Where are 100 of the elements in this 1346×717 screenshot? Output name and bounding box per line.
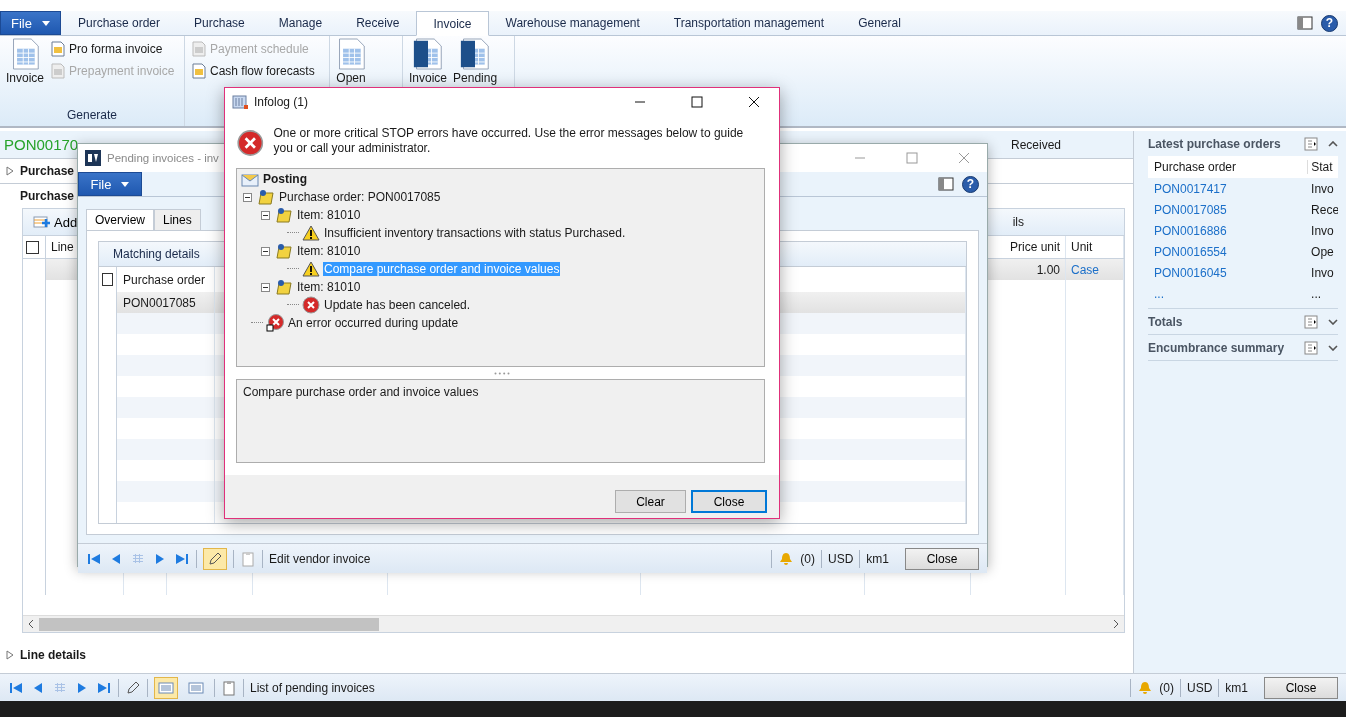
- ribbon-button[interactable]: Pending: [451, 38, 500, 85]
- tree-item[interactable]: Posting: [262, 172, 308, 186]
- status-text: Edit vendor invoice: [269, 551, 371, 566]
- tree-item[interactable]: Update has been canceled.: [323, 298, 472, 312]
- factbox-header[interactable]: Totals: [1148, 309, 1338, 334]
- collapse-box-icon[interactable]: [243, 192, 252, 202]
- dialog-button[interactable]: Close: [691, 490, 767, 513]
- ribbon-button[interactable]: Invoice: [4, 38, 47, 85]
- ribbon-tab[interactable]: General: [841, 11, 918, 35]
- purchase-order-link[interactable]: ...: [1148, 286, 1309, 301]
- note-icon: [275, 207, 293, 223]
- column-header[interactable]: Stat: [1308, 160, 1338, 174]
- factbox-header[interactable]: Latest purchase orders: [1148, 131, 1338, 156]
- factbox-header[interactable]: Encumbrance summary: [1148, 335, 1338, 360]
- close-button[interactable]: Close: [1264, 676, 1338, 699]
- group-tab[interactable]: Matching details: [113, 247, 200, 261]
- select-all-checkbox[interactable]: [102, 273, 113, 286]
- help-button[interactable]: ?: [962, 175, 979, 193]
- close-button[interactable]: Close: [905, 547, 979, 570]
- tab[interactable]: Overview: [86, 209, 154, 230]
- file-menu-button[interactable]: File: [0, 11, 61, 35]
- layout-icon[interactable]: [938, 176, 954, 192]
- factbox-icon: [1304, 136, 1318, 151]
- tree-item[interactable]: An error occurred during update: [287, 316, 460, 330]
- factbox-icon: [1304, 340, 1318, 355]
- warning-icon: [302, 225, 320, 241]
- error-icon: [302, 296, 320, 314]
- select-all-checkbox[interactable]: [26, 240, 39, 254]
- purchase-order-link[interactable]: PON0017085: [1148, 202, 1309, 217]
- ribbon-button[interactable]: Pro forma invoice: [48, 38, 177, 60]
- clipboard-icon[interactable]: [240, 550, 256, 567]
- section-header[interactable]: Purchase: [0, 160, 75, 182]
- view-toggle-button[interactable]: [154, 676, 178, 699]
- ribbon-button[interactable]: Cash flow forecasts: [189, 60, 317, 82]
- document-icon: [191, 41, 207, 57]
- ribbon-tab[interactable]: Invoice: [416, 11, 489, 36]
- layout-icon[interactable]: [1297, 15, 1313, 31]
- edit-button[interactable]: [203, 547, 227, 570]
- document-icon: [50, 41, 67, 57]
- chevron-icon: [1328, 318, 1338, 325]
- document-icon: [191, 63, 207, 79]
- help-button[interactable]: ?: [1321, 14, 1338, 32]
- ribbon-group-label: Generate: [65, 107, 118, 124]
- collapse-box-icon[interactable]: [261, 246, 270, 256]
- section-header[interactable]: Line details: [0, 644, 87, 666]
- document-icon: [460, 38, 491, 70]
- window-title: Pending invoices - inv: [107, 152, 219, 164]
- purchase-order-link[interactable]: PON0016045: [1148, 265, 1309, 280]
- clipboard-icon[interactable]: [221, 679, 237, 696]
- collapse-box-icon[interactable]: [261, 210, 270, 220]
- form-view-icon: [158, 679, 174, 696]
- ribbon-tab[interactable]: Transportation management: [656, 11, 842, 35]
- dialog-button[interactable]: Clear: [615, 490, 686, 513]
- document-icon: [10, 38, 40, 70]
- message-detail: Compare purchase order and invoice values: [236, 379, 765, 463]
- ribbon-tab[interactable]: Purchase order: [61, 11, 178, 35]
- alert-count[interactable]: (0): [1159, 680, 1174, 695]
- document-icon: [336, 38, 366, 70]
- table-cell-text: Ope: [1310, 244, 1335, 259]
- scroll-right-icon[interactable]: [1113, 620, 1119, 628]
- collapse-box-icon[interactable]: [261, 282, 270, 292]
- tree-item[interactable]: Insufficient inventory transactions with status Purchased.: [323, 226, 627, 240]
- tree-item[interactable]: Item: 81010: [296, 280, 362, 294]
- table-cell-text: Rece: [1310, 202, 1338, 217]
- unit-link[interactable]: Case: [1066, 259, 1124, 280]
- error-message: One or more critical STOP errors have occurred. Use the error messages below to guide you or call your administrator.: [273, 126, 745, 157]
- toolbar-tab[interactable]: ils: [1012, 215, 1024, 229]
- tab[interactable]: Lines: [154, 209, 201, 230]
- ribbon-tab[interactable]: Purchase: [177, 11, 262, 35]
- maximize-icon[interactable]: [691, 96, 703, 108]
- add-button[interactable]: Add: [33, 214, 78, 230]
- record-title: PON00170: [4, 136, 79, 153]
- caret-icon: [41, 20, 50, 26]
- file-menu-button[interactable]: File: [78, 172, 142, 196]
- ribbon-button[interactable]: Invoice: [407, 38, 450, 85]
- ribbon-tab[interactable]: Receive: [339, 11, 417, 35]
- alert-count[interactable]: (0): [800, 551, 815, 566]
- tree-item[interactable]: Item: 81010: [296, 208, 362, 222]
- document-icon: [413, 38, 443, 70]
- purchase-order-link[interactable]: PON0017417: [1148, 181, 1309, 196]
- ribbon-button[interactable]: Open: [334, 38, 368, 85]
- ribbon-tab[interactable]: Manage: [261, 11, 340, 35]
- pencil-icon: [207, 550, 223, 567]
- column-header[interactable]: Unit: [1066, 236, 1124, 258]
- purchase-order-link[interactable]: PON0016554: [1148, 244, 1309, 259]
- ribbon-tab[interactable]: Warehouse management: [488, 11, 657, 35]
- tree-item[interactable]: Item: 81010: [296, 244, 362, 258]
- purchase-order-link[interactable]: PON0016886: [1148, 223, 1309, 238]
- splitter-handle[interactable]: [494, 371, 510, 375]
- tree-item[interactable]: Purchase order: PON0017085: [278, 190, 442, 204]
- scroll-left-icon[interactable]: [28, 620, 34, 628]
- pencil-icon[interactable]: [125, 679, 141, 696]
- document-icon: [50, 63, 67, 79]
- horizontal-scrollbar[interactable]: [23, 615, 1124, 632]
- close-icon[interactable]: [748, 96, 760, 108]
- note-icon: [257, 189, 275, 205]
- error-shortcut-icon: [266, 314, 284, 332]
- caret-icon: [121, 181, 130, 187]
- expand-triangle-icon: [6, 166, 14, 176]
- column-header[interactable]: Purchase order: [1148, 160, 1309, 174]
